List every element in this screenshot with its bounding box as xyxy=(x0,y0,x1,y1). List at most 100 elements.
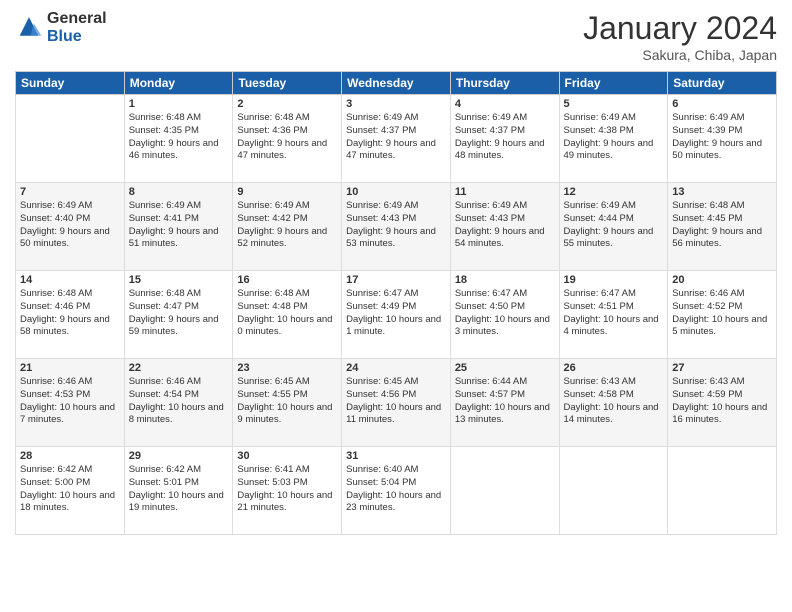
table-row: 21Sunrise: 6:46 AMSunset: 4:53 PMDayligh… xyxy=(16,359,125,447)
day-number: 1 xyxy=(129,98,229,110)
day-info: Sunrise: 6:46 AMSunset: 4:54 PMDaylight:… xyxy=(129,376,229,427)
day-number: 23 xyxy=(237,362,337,374)
day-info: Sunrise: 6:49 AMSunset: 4:37 PMDaylight:… xyxy=(455,112,555,163)
day-number: 7 xyxy=(20,186,120,198)
day-number: 10 xyxy=(346,186,446,198)
table-row: 6Sunrise: 6:49 AMSunset: 4:39 PMDaylight… xyxy=(668,95,777,183)
day-number: 19 xyxy=(564,274,664,286)
table-row: 17 Sunrise: 6:47 AMSunset: 4:49 PMDayligh… xyxy=(342,271,451,359)
day-info: Sunrise: 6:46 AMSunset: 4:52 PMDaylight:… xyxy=(672,288,772,339)
table-row: 24 Sunrise: 6:45 AMSunset: 4:56 PMDayligh… xyxy=(342,359,451,447)
day-info: Sunrise: 6:49 AMSunset: 4:39 PMDaylight:… xyxy=(672,112,772,163)
header-sunday: Sunday xyxy=(16,72,125,95)
day-info: Sunrise: 6:41 AMSunset: 5:03 PMDaylight:… xyxy=(237,464,337,515)
location-title: Sakura, Chiba, Japan xyxy=(583,47,777,63)
day-info: Sunrise: 6:43 AMSunset: 4:58 PMDaylight:… xyxy=(564,376,664,427)
day-info: Sunrise: 6:47 AMSunset: 4:49 PMDaylight:… xyxy=(346,288,446,339)
day-number: 30 xyxy=(237,450,337,462)
day-info: Sunrise: 6:43 AMSunset: 4:59 PMDaylight:… xyxy=(672,376,772,427)
table-row: 20 Sunrise: 6:46 AMSunset: 4:52 PMDayligh… xyxy=(668,271,777,359)
header-monday: Monday xyxy=(124,72,233,95)
day-number: 8 xyxy=(129,186,229,198)
day-number: 16 xyxy=(237,274,337,286)
table-row: 11 Sunrise: 6:49 AMSunset: 4:43 PMDayligh… xyxy=(450,183,559,271)
day-info: Sunrise: 6:48 AMSunset: 4:36 PMDaylight:… xyxy=(237,112,337,163)
table-row: 18Sunrise: 6:47 AMSunset: 4:50 PMDayligh… xyxy=(450,271,559,359)
header-tuesday: Tuesday xyxy=(233,72,342,95)
day-info: Sunrise: 6:49 AMSunset: 4:44 PMDaylight:… xyxy=(564,200,664,251)
table-row: 15Sunrise: 6:48 AMSunset: 4:47 PMDayligh… xyxy=(124,271,233,359)
table-row: 10 Sunrise: 6:49 AMSunset: 4:43 PMDayligh… xyxy=(342,183,451,271)
calendar-week-row: 28 Sunrise: 6:42 AMSunset: 5:00 PMDayligh… xyxy=(16,447,777,535)
header-thursday: Thursday xyxy=(450,72,559,95)
table-row: 3 Sunrise: 6:49 AMSunset: 4:37 PMDaylight… xyxy=(342,95,451,183)
day-info: Sunrise: 6:49 AMSunset: 4:38 PMDaylight:… xyxy=(564,112,664,163)
day-info: Sunrise: 6:47 AMSunset: 4:51 PMDaylight:… xyxy=(564,288,664,339)
day-info: Sunrise: 6:46 AMSunset: 4:53 PMDaylight:… xyxy=(20,376,120,427)
logo-text: General Blue xyxy=(47,10,107,45)
table-row: 30 Sunrise: 6:41 AMSunset: 5:03 PMDayligh… xyxy=(233,447,342,535)
calendar-table: Sunday Monday Tuesday Wednesday Thursday… xyxy=(15,71,777,535)
day-info: Sunrise: 6:49 AMSunset: 4:41 PMDaylight:… xyxy=(129,200,229,251)
table-row: 19 Sunrise: 6:47 AMSunset: 4:51 PMDayligh… xyxy=(559,271,668,359)
table-row: 26 Sunrise: 6:43 AMSunset: 4:58 PMDayligh… xyxy=(559,359,668,447)
day-info: Sunrise: 6:48 AMSunset: 4:45 PMDaylight:… xyxy=(672,200,772,251)
day-number: 9 xyxy=(237,186,337,198)
day-number: 28 xyxy=(20,450,120,462)
table-row: 13 Sunrise: 6:48 AMSunset: 4:45 PMDayligh… xyxy=(668,183,777,271)
day-info: Sunrise: 6:45 AMSunset: 4:56 PMDaylight:… xyxy=(346,376,446,427)
day-info: Sunrise: 6:48 AMSunset: 4:35 PMDaylight:… xyxy=(129,112,229,163)
day-info: Sunrise: 6:49 AMSunset: 4:42 PMDaylight:… xyxy=(237,200,337,251)
day-info: Sunrise: 6:49 AMSunset: 4:43 PMDaylight:… xyxy=(455,200,555,251)
day-info: Sunrise: 6:42 AMSunset: 5:00 PMDaylight:… xyxy=(20,464,120,515)
day-info: Sunrise: 6:42 AMSunset: 5:01 PMDaylight:… xyxy=(129,464,229,515)
day-number: 13 xyxy=(672,186,772,198)
table-row: 7 Sunrise: 6:49 AMSunset: 4:40 PMDaylight… xyxy=(16,183,125,271)
day-number: 29 xyxy=(129,450,229,462)
day-number: 14 xyxy=(20,274,120,286)
calendar-week-row: 7 Sunrise: 6:49 AMSunset: 4:40 PMDaylight… xyxy=(16,183,777,271)
day-number: 15 xyxy=(129,274,229,286)
day-info: Sunrise: 6:40 AMSunset: 5:04 PMDaylight:… xyxy=(346,464,446,515)
table-row: 28 Sunrise: 6:42 AMSunset: 5:00 PMDayligh… xyxy=(16,447,125,535)
day-info: Sunrise: 6:49 AMSunset: 4:37 PMDaylight:… xyxy=(346,112,446,163)
day-info: Sunrise: 6:49 AMSunset: 4:43 PMDaylight:… xyxy=(346,200,446,251)
table-row: 1 Sunrise: 6:48 AMSunset: 4:35 PMDaylight… xyxy=(124,95,233,183)
day-number: 17 xyxy=(346,274,446,286)
header-saturday: Saturday xyxy=(668,72,777,95)
table-row: 9 Sunrise: 6:49 AMSunset: 4:42 PMDaylight… xyxy=(233,183,342,271)
day-number: 12 xyxy=(564,186,664,198)
header: General Blue January 2024 Sakura, Chiba,… xyxy=(15,10,777,63)
day-info: Sunrise: 6:44 AMSunset: 4:57 PMDaylight:… xyxy=(455,376,555,427)
logo: General Blue xyxy=(15,10,107,45)
table-row: 2 Sunrise: 6:48 AMSunset: 4:36 PMDaylight… xyxy=(233,95,342,183)
calendar-week-row: 21Sunrise: 6:46 AMSunset: 4:53 PMDayligh… xyxy=(16,359,777,447)
day-info: Sunrise: 6:49 AMSunset: 4:40 PMDaylight:… xyxy=(20,200,120,251)
table-row: 16Sunrise: 6:48 AMSunset: 4:48 PMDayligh… xyxy=(233,271,342,359)
logo-icon xyxy=(15,14,43,42)
logo-general-text: General xyxy=(47,10,107,28)
day-info: Sunrise: 6:48 AMSunset: 4:46 PMDaylight:… xyxy=(20,288,120,339)
table-row xyxy=(16,95,125,183)
day-number: 22 xyxy=(129,362,229,374)
day-number: 3 xyxy=(346,98,446,110)
day-info: Sunrise: 6:45 AMSunset: 4:55 PMDaylight:… xyxy=(237,376,337,427)
table-row xyxy=(559,447,668,535)
day-number: 31 xyxy=(346,450,446,462)
page: General Blue January 2024 Sakura, Chiba,… xyxy=(0,0,792,612)
header-friday: Friday xyxy=(559,72,668,95)
table-row: 5Sunrise: 6:49 AMSunset: 4:38 PMDaylight… xyxy=(559,95,668,183)
day-number: 24 xyxy=(346,362,446,374)
day-number: 26 xyxy=(564,362,664,374)
calendar-week-row: 14 Sunrise: 6:48 AMSunset: 4:46 PMDayligh… xyxy=(16,271,777,359)
day-number: 2 xyxy=(237,98,337,110)
day-number: 27 xyxy=(672,362,772,374)
month-title: January 2024 xyxy=(583,10,777,47)
calendar-week-row: 1 Sunrise: 6:48 AMSunset: 4:35 PMDaylight… xyxy=(16,95,777,183)
day-number: 11 xyxy=(455,186,555,198)
day-number: 20 xyxy=(672,274,772,286)
day-info: Sunrise: 6:47 AMSunset: 4:50 PMDaylight:… xyxy=(455,288,555,339)
table-row: 22 Sunrise: 6:46 AMSunset: 4:54 PMDayligh… xyxy=(124,359,233,447)
table-row: 12 Sunrise: 6:49 AMSunset: 4:44 PMDayligh… xyxy=(559,183,668,271)
table-row: 29 Sunrise: 6:42 AMSunset: 5:01 PMDayligh… xyxy=(124,447,233,535)
